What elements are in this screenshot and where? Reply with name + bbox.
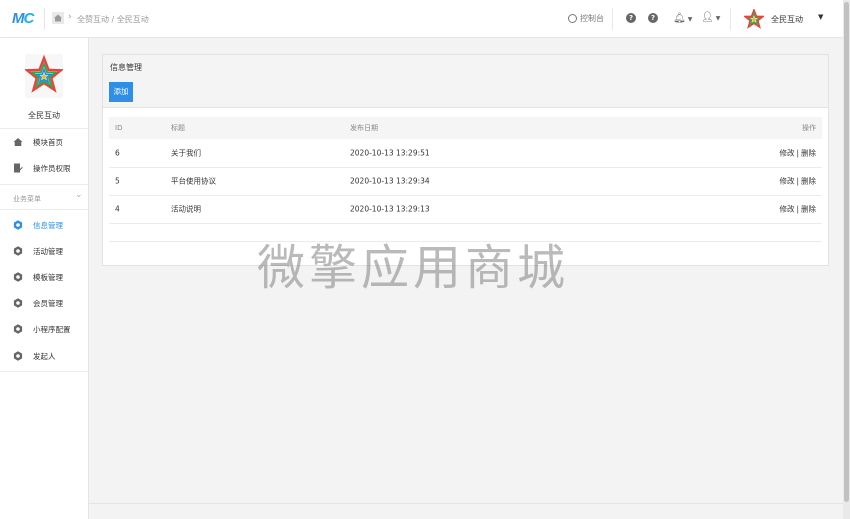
gear-icon [13, 246, 23, 256]
panel-toolbar: 添加 [103, 77, 828, 108]
sidebar-item-activity-management[interactable]: 活动管理 [0, 238, 88, 264]
sidebar-item-label: 模块首页 [33, 137, 63, 147]
edit-icon [14, 163, 23, 173]
delete-link[interactable]: 删除 [801, 177, 816, 186]
row-id: 6 [115, 148, 120, 158]
row-actions: 修改 | 删除 [779, 204, 816, 215]
breadcrumb-arrow-icon: › [68, 12, 72, 22]
table-row: 4 活动说明 2020-10-13 13:29:13 修改 | 删除 [109, 195, 822, 224]
sidebar-item-label: 活动管理 [33, 246, 63, 256]
home-icon [13, 138, 23, 146]
notification-dropdown[interactable]: 🔔︎ ▼ [673, 13, 692, 24]
bell-icon: 🔔︎ [673, 13, 686, 24]
sidebar-group-label: 业务菜单 [13, 195, 41, 203]
header-divider [730, 8, 731, 30]
table-header: ID 标题 发布日期 操作 [109, 117, 822, 139]
scrollbar-thumb[interactable] [844, 2, 849, 502]
logo-divider [44, 8, 45, 30]
app-logo-icon [25, 54, 63, 98]
sidebar-item-member-management[interactable]: 会员管理 [0, 290, 88, 316]
sidebar-item-initiator[interactable]: 发起人 [0, 343, 88, 369]
header-divider [612, 8, 613, 30]
delete-link[interactable]: 删除 [801, 205, 816, 214]
sidebar-group-business-menu[interactable]: 业务菜单 ⌄ [0, 184, 88, 210]
brand-star-icon [744, 9, 764, 29]
gear-icon [13, 298, 23, 308]
row-title: 平台使用协议 [171, 176, 216, 186]
question-icon[interactable]: ? [648, 13, 658, 23]
row-id: 5 [115, 176, 120, 186]
console-icon [568, 14, 577, 23]
row-date: 2020-10-13 13:29:51 [350, 148, 430, 158]
delete-link[interactable]: 删除 [801, 149, 816, 158]
add-button[interactable]: 添加 [109, 82, 133, 102]
sidebar-item-label: 信息管理 [33, 220, 63, 230]
gear-icon [13, 324, 23, 334]
row-title: 关于我们 [171, 148, 201, 158]
sidebar-item-miniprogram-config[interactable]: 小程序配置 [0, 316, 88, 342]
edit-link[interactable]: 修改 [779, 149, 794, 158]
panel-header: 信息管理 [103, 55, 828, 78]
edit-link[interactable]: 修改 [779, 177, 794, 186]
sidebar-item-label: 小程序配置 [33, 324, 71, 334]
sidebar-item-label: 发起人 [33, 351, 56, 361]
gear-icon [13, 351, 23, 361]
chevron-down-icon: ⌄ [75, 190, 83, 200]
sidebar-item-template-management[interactable]: 模板管理 [0, 264, 88, 290]
footer-divider [89, 503, 843, 504]
sidebar: 全民互动 模块首页 操作员权限 业务菜单 ⌄ 信息管理 活动管理 模板管理 会员… [0, 38, 89, 519]
help-icon[interactable]: ? [626, 13, 636, 23]
brand-caret-icon[interactable]: ▼ [818, 13, 823, 21]
edit-link[interactable]: 修改 [779, 205, 794, 214]
console-link[interactable]: 控制台 [568, 13, 604, 24]
gear-icon [13, 272, 23, 282]
console-label: 控制台 [580, 14, 604, 23]
sidebar-item-operator-permissions[interactable]: 操作员权限 [0, 155, 88, 181]
user-icon: 👤︎ [701, 12, 714, 23]
table-row: 5 平台使用协议 2020-10-13 13:29:34 修改 | 删除 [109, 167, 822, 196]
panel-title: 信息管理 [110, 63, 142, 72]
column-header-date: 发布日期 [350, 124, 378, 132]
row-id: 4 [115, 204, 120, 214]
sidebar-item-info-management[interactable]: 信息管理 [0, 212, 88, 238]
sidebar-item-label: 会员管理 [33, 298, 63, 308]
gear-icon [13, 220, 23, 230]
row-date: 2020-10-13 13:29:13 [350, 204, 430, 214]
home-icon[interactable] [52, 12, 64, 24]
breadcrumb[interactable]: 全赞互动 / 全民互动 [77, 14, 149, 25]
user-dropdown[interactable]: 👤︎ ▼ [701, 12, 720, 23]
row-date: 2020-10-13 13:29:34 [350, 176, 430, 186]
row-actions: 修改 | 删除 [779, 176, 816, 187]
row-actions: 修改 | 删除 [779, 148, 816, 159]
row-title: 活动说明 [171, 204, 201, 214]
column-header-ops: 操作 [802, 124, 816, 132]
sidebar-app-name: 全民互动 [28, 111, 60, 120]
app-logo[interactable]: MC [12, 10, 35, 27]
action-separator: | [796, 204, 799, 214]
action-separator: | [796, 148, 799, 158]
column-header-id: ID [115, 124, 123, 132]
column-header-title: 标题 [171, 124, 185, 132]
top-header: MC › 全赞互动 / 全民互动 控制台 ? ? 🔔︎ ▼ 👤︎ ▼ 全民互动 ▼ [0, 0, 843, 38]
logo-accent: C [23, 10, 35, 27]
table-row: 6 关于我们 2020-10-13 13:29:51 修改 | 删除 [109, 139, 822, 168]
caret-down-icon: ▼ [687, 16, 693, 23]
caret-down-icon: ▼ [715, 15, 721, 22]
sidebar-item-label: 模板管理 [33, 272, 63, 282]
sidebar-item-label: 操作员权限 [33, 163, 71, 173]
sidebar-item-module-home[interactable]: 模块首页 [0, 129, 88, 155]
divider [0, 371, 88, 372]
action-separator: | [796, 176, 799, 186]
logo-main: M [12, 10, 24, 27]
page-scrollbar[interactable] [843, 0, 850, 519]
brand-name[interactable]: 全民互动 [771, 14, 803, 25]
watermark: 微擎应用商城 [257, 240, 570, 296]
